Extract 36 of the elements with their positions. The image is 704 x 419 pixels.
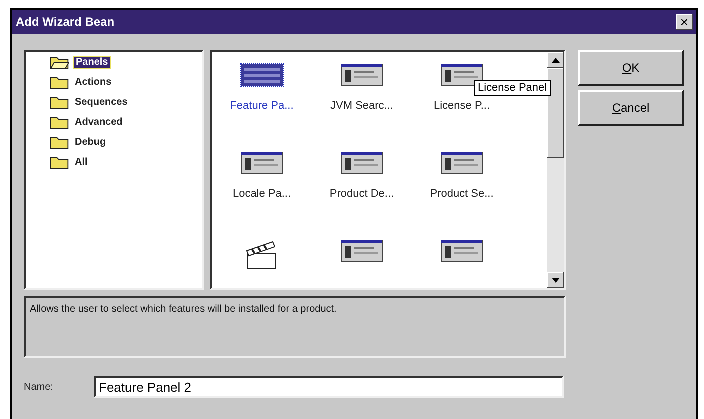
folder-icon — [50, 154, 70, 170]
scroll-down-icon[interactable] — [552, 278, 560, 282]
scroll-up-icon[interactable] — [552, 58, 560, 62]
tree-item[interactable]: Panels — [73, 56, 112, 68]
bean-label[interactable]: Product Se... — [430, 188, 494, 200]
folder-icon — [50, 74, 70, 90]
clapperboard-icon[interactable] — [245, 240, 279, 270]
panel-icon[interactable] — [341, 240, 383, 262]
panel-icon[interactable] — [241, 152, 283, 174]
close-button[interactable]: × — [676, 14, 693, 30]
tree-item[interactable]: Debug — [73, 136, 108, 148]
dialog-button[interactable]: OK — [578, 50, 684, 86]
tree-item[interactable]: All — [73, 156, 90, 168]
bean-label[interactable]: Locale Pa... — [232, 188, 292, 200]
scrollbar[interactable] — [547, 52, 564, 288]
bean-label[interactable]: JVM Searc... — [330, 100, 394, 112]
tree-item[interactable]: Advanced — [73, 116, 125, 128]
window-title: Add Wizard Bean — [16, 15, 115, 29]
folder-icon — [50, 134, 70, 150]
name-field[interactable]: Feature Panel 2 — [94, 376, 564, 398]
tree-item[interactable]: Sequences — [73, 96, 130, 108]
bean-label[interactable]: Feature Pa... — [230, 100, 294, 112]
panel-icon[interactable] — [441, 240, 483, 262]
panel-icon[interactable] — [441, 152, 483, 174]
folder-icon — [50, 54, 70, 70]
bean-label[interactable]: Product De... — [330, 188, 394, 200]
bean-label[interactable]: License P... — [434, 100, 490, 112]
folder-icon — [50, 94, 70, 110]
description-text: Allows the user to select which features will be installed for a product. — [24, 296, 566, 358]
folder-icon — [50, 114, 70, 130]
tooltip: License Panel — [474, 80, 552, 96]
panel-icon[interactable] — [341, 64, 383, 86]
name-label: Name: — [24, 382, 54, 392]
panel-icon[interactable] — [341, 152, 383, 174]
dialog-button[interactable]: Cancel — [578, 90, 684, 126]
tree-item[interactable]: Actions — [73, 76, 114, 88]
